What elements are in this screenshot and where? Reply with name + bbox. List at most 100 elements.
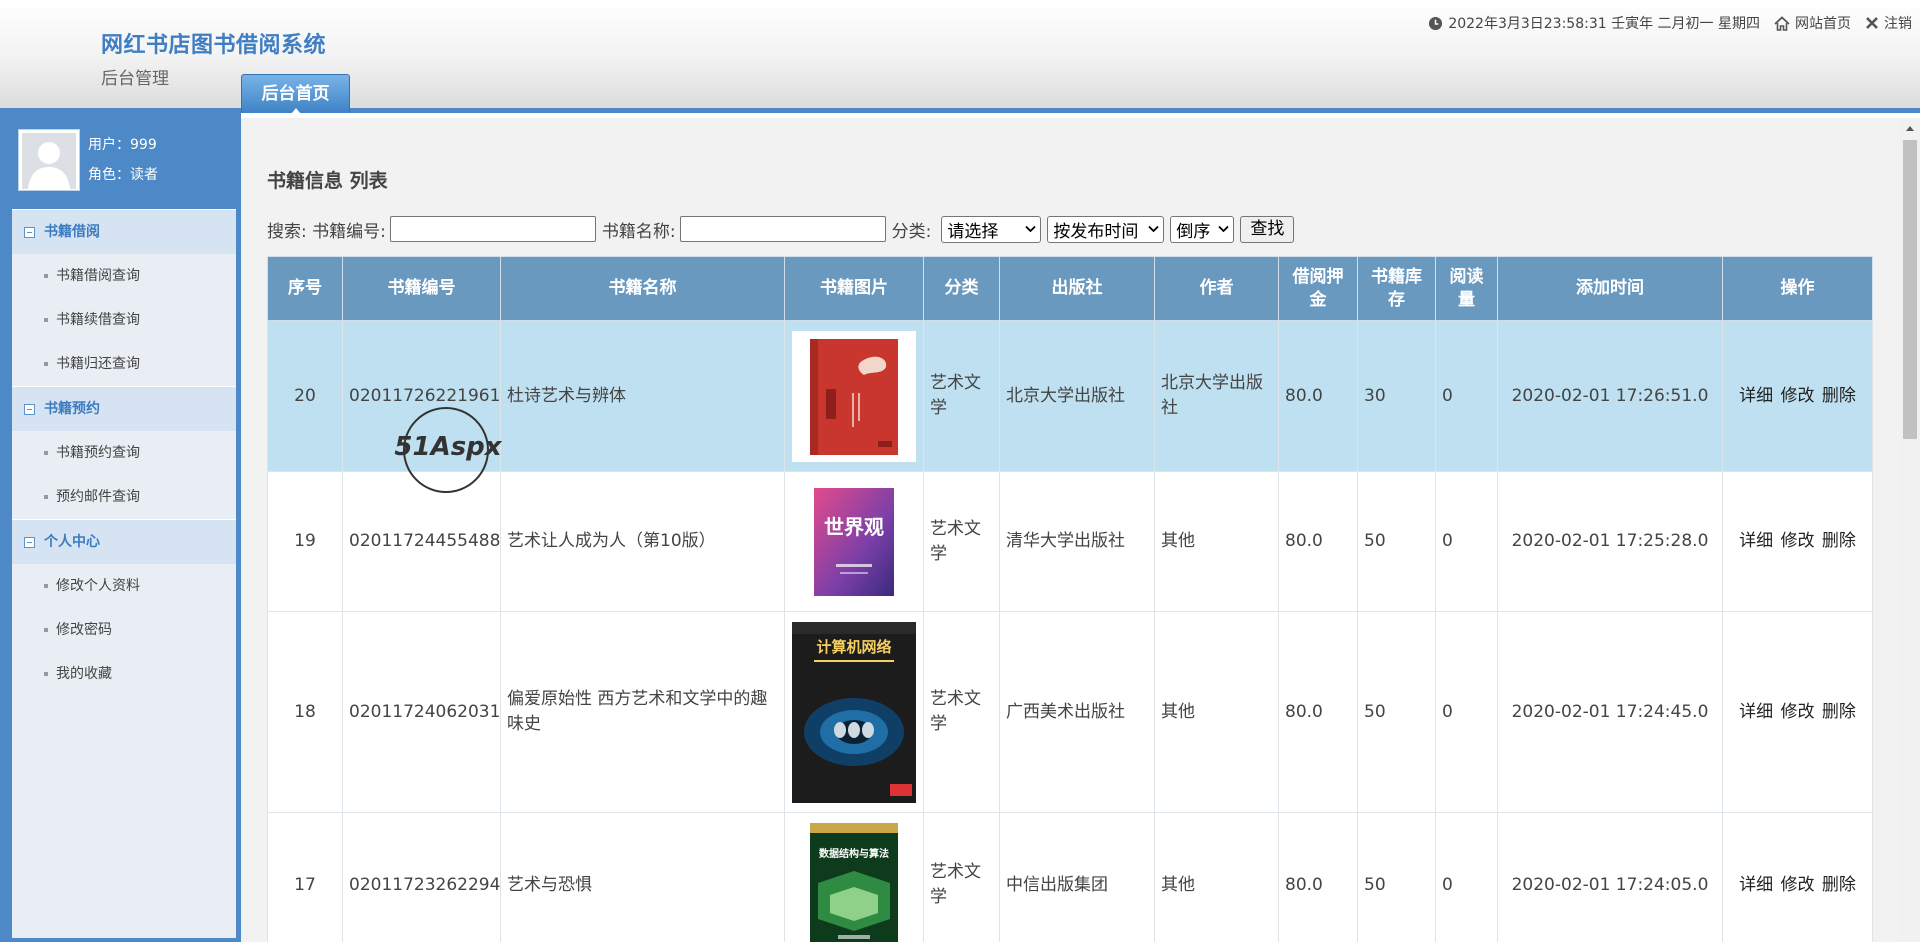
datetime-display: 2022年3月3日23:58:31 壬寅年 二月初一 星期四 [1428,13,1760,33]
header-line: 书籍库 [1371,266,1422,287]
menu-group-label: 书籍借阅 [44,224,100,240]
sidebar-item-reserve-query[interactable]: 书籍预约查询 [12,431,236,475]
delete-link[interactable]: 删除 [1822,702,1856,722]
sidebar-item-change-password[interactable]: 修改密码 [12,608,236,652]
category-select-value: 请选择 [947,221,999,242]
cell-author: 其他 [1154,812,1279,942]
detail-link[interactable]: 详细 [1739,702,1773,722]
tab-admin-home[interactable]: 后台首页 [241,74,350,114]
sidebar-item-label: 修改密码 [56,622,112,638]
top-right-bar: 2022年3月3日23:58:31 壬寅年 二月初一 星期四 网站首页 注销 [1414,13,1912,33]
watermark-text: 51Aspx [394,432,502,462]
cell-image: 计算机网络 [784,611,924,813]
cell-code: 02011724062031 [342,611,501,813]
cell-stock: 50 [1357,471,1436,612]
cell-publisher: 中信出版集团 [999,812,1155,942]
edit-link[interactable]: 修改 [1781,531,1815,551]
edit-link[interactable]: 修改 [1781,875,1815,895]
col-header-deposit: 借阅押 金 [1278,256,1358,321]
menu-group-personal[interactable]: 个人中心 [12,519,236,564]
book-cover-image[interactable]: 世界观 [814,487,894,596]
cell-no: 20 [267,320,343,472]
clock-icon [1429,16,1443,30]
delete-link[interactable]: 删除 [1822,875,1856,895]
main-content: 书籍信息 列表 搜索: 书籍编号: 书籍名称: 分类: 请选择 按发布时间 倒序… [241,118,1920,942]
collapse-icon [24,536,35,548]
user-name: 用户：999 [88,137,157,153]
header-line: 阅读 [1449,266,1484,287]
col-header-publisher: 出版社 [999,256,1155,321]
tab-admin-home-label: 后台首页 [261,84,330,104]
menu-group-label: 书籍预约 [44,401,100,417]
edit-link[interactable]: 修改 [1781,386,1815,406]
sort-field-select[interactable]: 按发布时间 [1047,215,1165,243]
bullet-icon [44,495,48,499]
book-code-input[interactable] [389,216,596,242]
detail-link[interactable]: 详细 [1739,531,1773,551]
edit-link[interactable]: 修改 [1781,702,1815,722]
sidebar-item-return-query[interactable]: 书籍归还查询 [12,342,236,386]
cell-category: 艺术文学 [923,611,1000,813]
cell-category: 艺术文学 [923,812,1000,942]
site-home-link[interactable]: 网站首页 [1774,13,1851,33]
book-name-input[interactable] [679,216,886,242]
header: 网红书店图书借阅系统 后台管理 后台首页 2022年3月3日23:58:31 壬… [0,0,1920,114]
book-cover-image[interactable]: 计算机网络 [792,621,916,803]
logout-link[interactable]: 注销 [1865,13,1912,33]
collapse-icon [24,403,35,415]
chevron-down-icon [1025,225,1036,233]
bullet-icon [44,584,48,588]
sidebar-item-edit-profile[interactable]: 修改个人资料 [12,564,236,608]
sort-order-select[interactable]: 倒序 [1170,215,1235,243]
cell-author: 其他 [1154,471,1279,612]
col-header-no: 序号 [267,256,343,321]
menu-group-borrow[interactable]: 书籍借阅 [12,209,236,254]
sort-field-value: 按发布时间 [1053,221,1139,242]
cell-no: 17 [267,812,343,942]
cell-category: 艺术文学 [923,320,1000,472]
table-row[interactable]: 18 02011724062031 偏爱原始性 西方艺术和文学中的趣味史 计算机… [267,611,1873,813]
cell-added: 2020-02-01 17:25:28.0 [1497,471,1723,612]
delete-link[interactable]: 删除 [1822,531,1856,551]
table-row[interactable]: 17 02011723262294 艺术与恐惧 数据结构与算法 艺术文学 中信出… [267,812,1873,942]
table-header-row: 序号 书籍编号 书籍名称 书籍图片 分类 出版社 作者 借阅押 金 书籍库 存 … [267,256,1873,321]
sidebar-item-reserve-mail[interactable]: 预约邮件查询 [12,475,236,519]
book-cover-image[interactable]: 数据结构与算法 [810,822,898,942]
cover-text: 数据结构与算法 [819,847,889,860]
detail-link[interactable]: 详细 [1739,386,1773,406]
books-table: 序号 书籍编号 书籍名称 书籍图片 分类 出版社 作者 借阅押 金 书籍库 存 … [267,256,1873,942]
header-line: 借阅押 [1292,266,1344,287]
scroll-up-icon[interactable] [1906,126,1914,131]
sidebar-item-renew-query[interactable]: 书籍续借查询 [12,298,236,342]
cell-reads: 0 [1435,320,1498,472]
cell-deposit: 80.0 [1278,812,1358,942]
delete-link[interactable]: 删除 [1822,386,1856,406]
category-select[interactable]: 请选择 [941,215,1042,243]
cell-name: 艺术让人成为人（第10版） [500,471,785,612]
detail-link[interactable]: 详细 [1739,875,1773,895]
scrollbar-thumb[interactable] [1903,140,1917,439]
cell-ops: 详细 修改 删除 [1722,812,1873,942]
datetime-text: 2022年3月3日23:58:31 壬寅年 二月初一 星期四 [1448,16,1760,32]
sidebar-menu: 书籍借阅 书籍借阅查询 书籍续借查询 书籍归还查询 书籍预约 书籍预约查询 预约… [12,209,236,938]
header-line: 量 [1458,289,1475,310]
vertical-scrollbar[interactable] [1900,118,1920,942]
bullet-icon [44,451,48,455]
cell-image: 数据结构与算法 [784,812,924,942]
cell-added: 2020-02-01 17:26:51.0 [1497,320,1723,472]
book-cover-image[interactable] [792,330,916,462]
cell-added: 2020-02-01 17:24:45.0 [1497,611,1723,813]
sidebar-item-borrow-query[interactable]: 书籍借阅查询 [12,254,236,298]
find-button[interactable]: 查找 [1240,215,1295,243]
sidebar-item-favorites[interactable]: 我的收藏 [12,652,236,696]
avatar [18,129,80,191]
cell-reads: 0 [1435,812,1498,942]
cell-no: 19 [267,471,343,612]
user-avatar-icon [22,133,76,189]
category-label: 分类: [891,221,932,242]
bullet-icon [44,318,48,322]
cell-code: 02011723262294 [342,812,501,942]
menu-group-reserve[interactable]: 书籍预约 [12,386,236,431]
cell-name: 艺术与恐惧 [500,812,785,942]
tab-caret-icon [290,108,301,114]
